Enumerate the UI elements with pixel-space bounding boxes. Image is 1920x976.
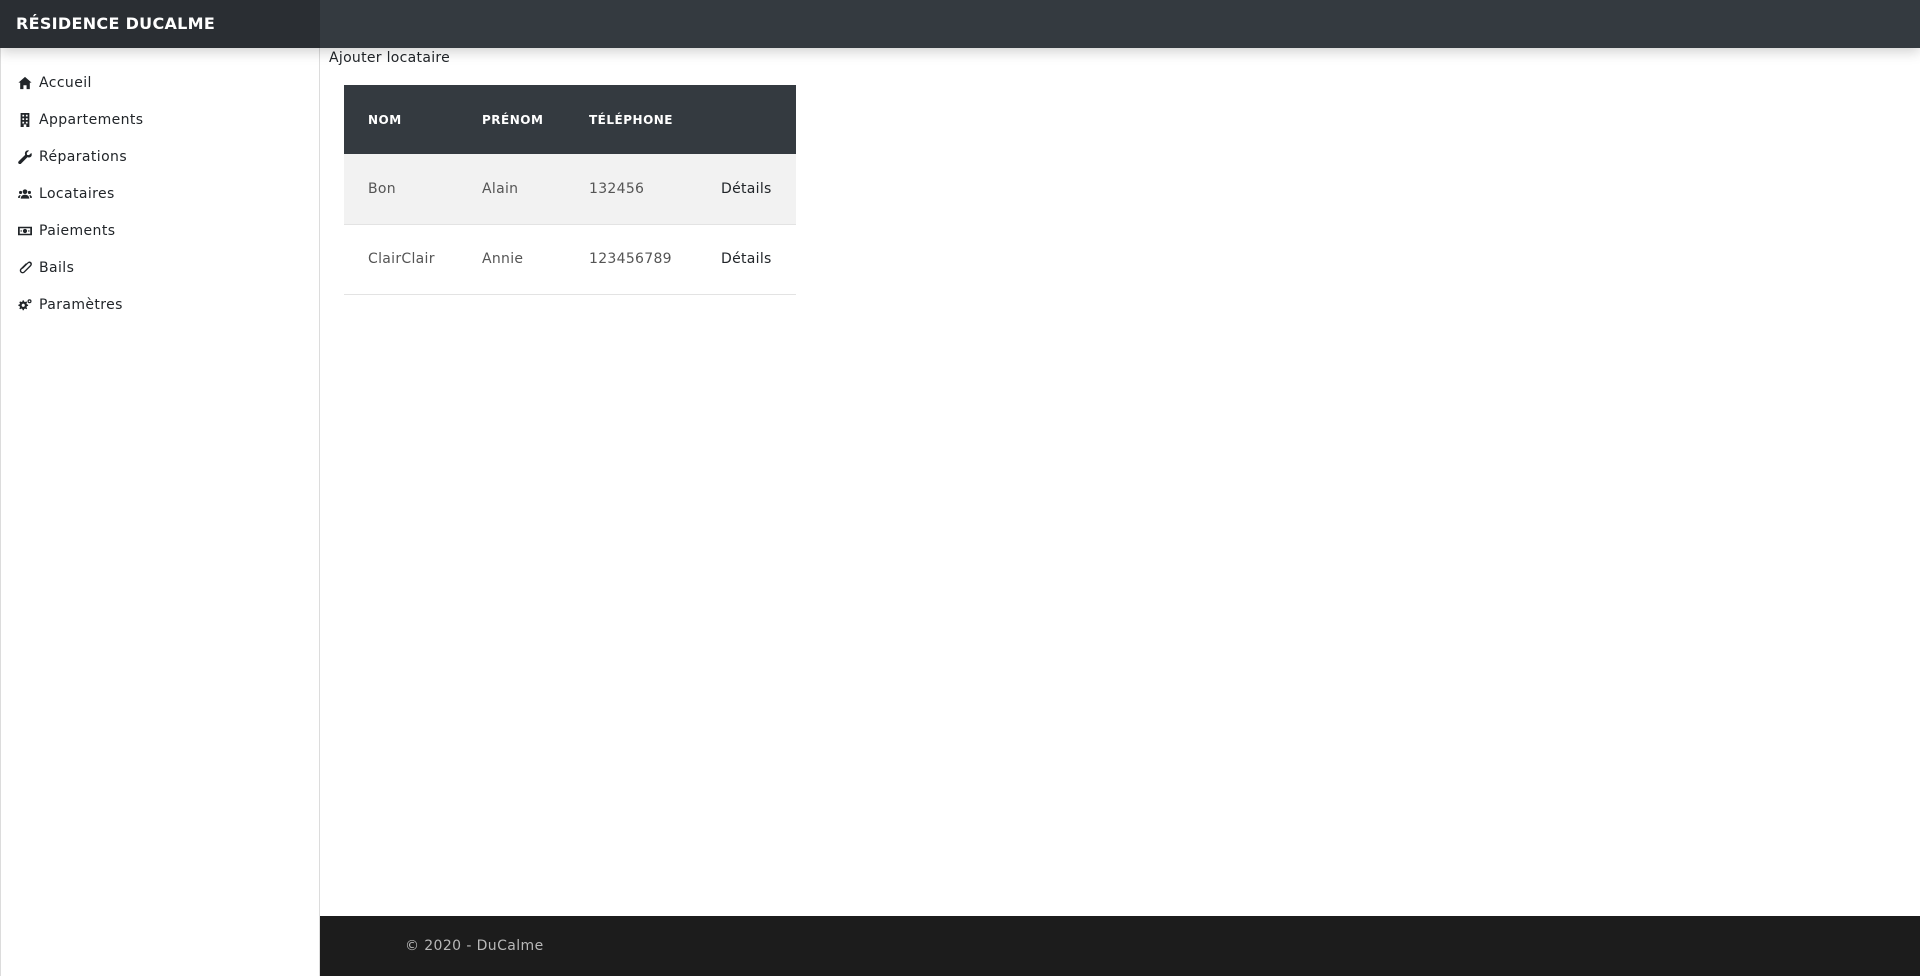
- building-icon: [18, 112, 35, 127]
- main-content: Ajouter locataire NOM PRÉNOM TÉLÉPHONE B…: [320, 48, 1920, 916]
- brand-title[interactable]: RÉSIDENCE DUCALME: [0, 0, 320, 48]
- top-navbar: RÉSIDENCE DUCALME: [0, 0, 1920, 48]
- sidebar-item-label: Locataires: [39, 185, 115, 202]
- home-icon: [18, 76, 35, 90]
- add-tenant-link[interactable]: Ajouter locataire: [329, 50, 450, 66]
- cell-action: Détails: [697, 224, 796, 294]
- paperclip-icon: [18, 261, 35, 275]
- sidebar-nav: Accueil Appartements Réparations Locatai…: [1, 48, 319, 323]
- table-header: NOM PRÉNOM TÉLÉPHONE: [344, 85, 796, 154]
- cell-nom: Bon: [368, 180, 396, 197]
- sidebar-item-paiements[interactable]: Paiements: [1, 212, 319, 249]
- users-icon: [18, 187, 35, 201]
- footer: © 2020 - DuCalme: [320, 916, 1920, 976]
- sidebar-item-label: Appartements: [39, 111, 144, 128]
- table-row: Bon Alain 132456 Détails: [344, 154, 796, 224]
- tenants-table: NOM PRÉNOM TÉLÉPHONE Bon Alain 132456 Dé…: [344, 85, 796, 295]
- sidebar-item-label: Accueil: [39, 74, 92, 91]
- sidebar: Accueil Appartements Réparations Locatai…: [0, 48, 320, 976]
- table-body: Bon Alain 132456 Détails ClairClair Anni…: [344, 154, 796, 294]
- cell-prenom: Alain: [482, 180, 519, 197]
- wrench-icon: [18, 149, 35, 164]
- column-header-actions: [697, 85, 796, 154]
- sidebar-item-label: Bails: [39, 259, 75, 276]
- column-header-nom: NOM: [368, 112, 402, 127]
- sidebar-item-locataires[interactable]: Locataires: [1, 175, 319, 212]
- column-header-telephone: TÉLÉPHONE: [589, 112, 674, 127]
- cell-telephone: 132456: [589, 180, 645, 197]
- footer-copyright: © 2020 - DuCalme: [405, 938, 544, 954]
- sidebar-item-appartements[interactable]: Appartements: [1, 101, 319, 138]
- gears-icon: [18, 298, 35, 312]
- cell-nom: ClairClair: [368, 251, 435, 267]
- details-link[interactable]: Détails: [721, 251, 772, 267]
- column-header-prenom: PRÉNOM: [482, 112, 544, 127]
- money-icon: [18, 224, 35, 238]
- details-link[interactable]: Détails: [721, 181, 772, 197]
- sidebar-item-label: Paiements: [39, 222, 116, 239]
- cell-prenom: Annie: [482, 251, 524, 267]
- cell-action: Détails: [697, 154, 796, 224]
- sidebar-item-accueil[interactable]: Accueil: [1, 64, 319, 101]
- table-header-row: NOM PRÉNOM TÉLÉPHONE: [344, 85, 796, 154]
- table-row: ClairClair Annie 123456789 Détails: [344, 224, 796, 294]
- sidebar-item-bails[interactable]: Bails: [1, 249, 319, 286]
- sidebar-item-label: Paramètres: [39, 296, 123, 313]
- sidebar-item-label: Réparations: [39, 148, 128, 165]
- cell-telephone: 123456789: [589, 251, 672, 267]
- sidebar-item-parametres[interactable]: Paramètres: [1, 286, 319, 323]
- sidebar-item-reparations[interactable]: Réparations: [1, 138, 319, 175]
